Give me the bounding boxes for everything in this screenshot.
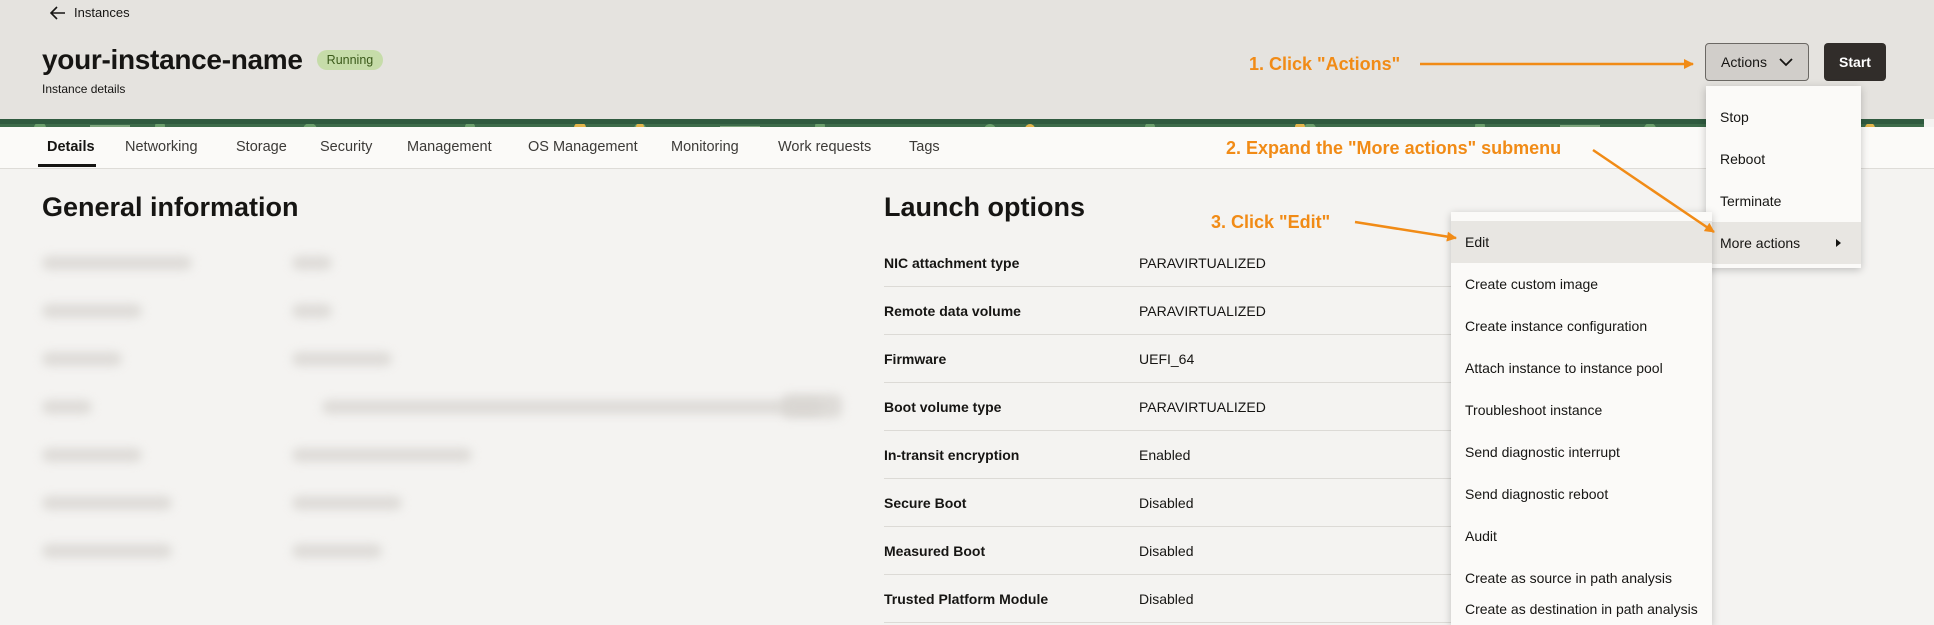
launch-option-key: Trusted Platform Module [884,591,1049,607]
launch-option-key: Remote data volume [884,303,1021,319]
actions-menu: Stop Reboot Terminate More actions [1706,86,1861,268]
launch-option-row: Firmware UEFI_64 [884,335,1452,383]
launch-option-row: Boot volume type PARAVIRTUALIZED [884,383,1452,431]
tab-details[interactable]: Details [47,139,95,155]
tab-storage[interactable]: Storage [236,139,287,155]
launch-option-value: UEFI_64 [1139,351,1195,367]
decorative-banner [0,119,1924,127]
breadcrumb-label: Instances [74,5,130,20]
actions-button[interactable]: Actions [1705,43,1809,81]
menu-item-terminate[interactable]: Terminate [1706,180,1861,222]
menu-item-create-custom-image[interactable]: Create custom image [1451,263,1712,305]
launch-option-value: PARAVIRTUALIZED [1139,303,1266,319]
menu-item-create-destination-path-analysis[interactable]: Create as destination in path analysis [1451,599,1712,625]
launch-option-row: In-transit encryption Enabled [884,431,1452,479]
menu-item-more-actions[interactable]: More actions [1706,222,1861,264]
page-header: Instances your-instance-name Running Ins… [0,0,1934,119]
page-subtitle: Instance details [42,82,126,96]
launch-option-row: NIC attachment type PARAVIRTUALIZED [884,239,1452,287]
menu-item-send-diagnostic-interrupt[interactable]: Send diagnostic interrupt [1451,431,1712,473]
menu-item-create-instance-configuration[interactable]: Create instance configuration [1451,305,1712,347]
menu-item-more-actions-label: More actions [1720,235,1801,251]
tab-management[interactable]: Management [407,139,492,155]
tab-work-requests[interactable]: Work requests [778,139,871,155]
status-badge: Running [316,50,384,70]
redacted-general-information [22,244,858,582]
chevron-down-icon [1779,58,1793,67]
menu-item-reboot[interactable]: Reboot [1706,138,1861,180]
tab-monitoring[interactable]: Monitoring [671,139,739,155]
menu-item-edit[interactable]: Edit [1451,221,1712,263]
menu-item-troubleshoot-instance[interactable]: Troubleshoot instance [1451,389,1712,431]
actions-button-label: Actions [1721,54,1767,70]
menu-item-audit[interactable]: Audit [1451,515,1712,557]
launch-option-value: PARAVIRTUALIZED [1139,399,1266,415]
breadcrumb-back-link[interactable]: Instances [50,5,130,20]
launch-option-row: Secure Boot Disabled [884,479,1452,527]
launch-option-row: Trusted Platform Module Disabled [884,575,1452,623]
tab-security[interactable]: Security [320,139,372,155]
launch-option-key: Firmware [884,351,947,367]
launch-option-key: Measured Boot [884,543,986,559]
tab-networking[interactable]: Networking [125,139,198,155]
more-actions-submenu: Edit Create custom image Create instance… [1451,212,1712,625]
launch-option-row: Measured Boot Disabled [884,527,1452,575]
launch-option-key: Boot volume type [884,399,1002,415]
arrow-left-icon [50,5,65,20]
launch-option-key: NIC attachment type [884,255,1020,271]
launch-option-value: Disabled [1139,495,1194,511]
tab-bar: Details Networking Storage Security Mana… [0,127,1934,169]
annotation-step-3: 3. Click "Edit" [1211,212,1331,232]
general-information-title: General information [42,192,299,222]
annotation-step-2: 2. Expand the "More actions" submenu [1226,138,1562,158]
menu-item-create-source-path-analysis[interactable]: Create as source in path analysis [1451,557,1712,599]
tab-tags[interactable]: Tags [909,139,940,155]
tab-os-management[interactable]: OS Management [528,139,638,155]
launch-option-row: Remote data volume PARAVIRTUALIZED [884,287,1452,335]
launch-option-key: Secure Boot [884,495,967,511]
launch-option-value: Disabled [1139,591,1194,607]
chevron-right-icon [1836,239,1841,247]
menu-item-attach-instance-to-pool[interactable]: Attach instance to instance pool [1451,347,1712,389]
launch-option-key: In-transit encryption [884,447,1020,463]
start-button[interactable]: Start [1824,43,1886,81]
launch-option-value: Enabled [1139,447,1191,463]
launch-options-title: Launch options [884,192,1085,222]
annotation-step-1: 1. Click "Actions" [1249,54,1401,74]
page-title: your-instance-name [42,44,303,75]
menu-item-stop[interactable]: Stop [1706,96,1861,138]
launch-option-value: PARAVIRTUALIZED [1139,255,1266,271]
active-tab-indicator [38,164,96,167]
menu-item-send-diagnostic-reboot[interactable]: Send diagnostic reboot [1451,473,1712,515]
launch-option-value: Disabled [1139,543,1194,559]
